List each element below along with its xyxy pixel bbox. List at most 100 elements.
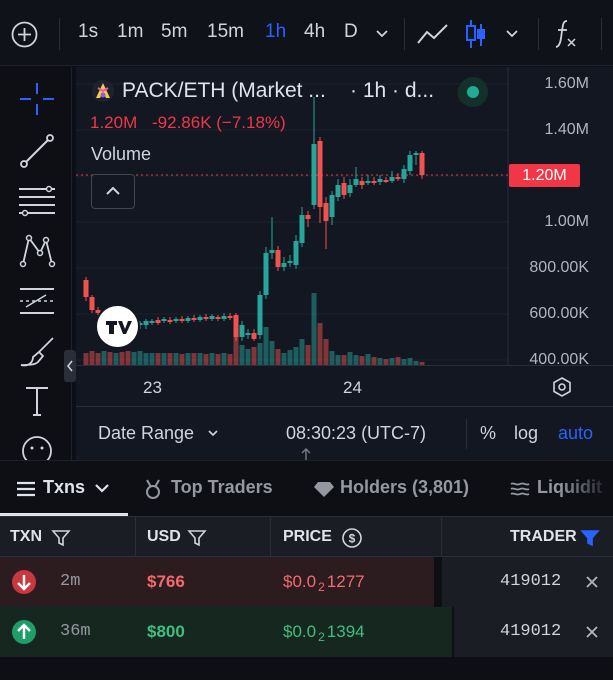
candle-body	[239, 325, 245, 337]
diamond-icon	[313, 480, 335, 498]
volume-bar	[161, 353, 167, 365]
crosshair-icon[interactable]	[16, 79, 58, 119]
text-icon[interactable]	[16, 381, 58, 421]
volume-bar	[173, 353, 179, 365]
log-toggle[interactable]: log	[514, 423, 538, 444]
x-tick: 23	[143, 378, 162, 397]
token-logo	[92, 80, 114, 102]
interval-15m[interactable]: 15m	[207, 21, 244, 43]
emoji-icon[interactable]	[16, 431, 58, 460]
candle-body	[341, 183, 347, 195]
current-price-tag-label: 1.20M	[522, 167, 567, 184]
candle-body	[83, 280, 89, 297]
interval-d[interactable]: D	[344, 21, 358, 43]
candle-body	[251, 333, 257, 339]
pair-title[interactable]: PACK/ETH (Market ...	[122, 79, 326, 103]
candle-body	[293, 241, 299, 265]
chevron-down-icon[interactable]	[504, 27, 520, 39]
y-tick: 1.00M	[544, 213, 589, 230]
chart-settings-icon[interactable]	[550, 375, 574, 399]
interval-1h[interactable]: 1h	[265, 21, 286, 43]
txn-trader[interactable]: 419012	[500, 622, 561, 641]
col-header-usd[interactable]: USD	[147, 528, 181, 546]
candle-body	[263, 253, 269, 295]
fib-retracement-icon[interactable]	[16, 181, 58, 221]
candle-body	[167, 320, 173, 322]
arrow-down-icon	[12, 570, 36, 594]
tab-holders[interactable]: Holders (3,801)	[340, 477, 469, 498]
forecast-icon[interactable]	[16, 281, 58, 321]
volume-bar	[353, 355, 359, 365]
trend-line-icon[interactable]	[16, 131, 58, 171]
price-digits: 1394	[326, 622, 365, 641]
candle-body	[161, 319, 167, 321]
interval-1m[interactable]: 1m	[117, 21, 143, 43]
chevron-down-icon[interactable]	[206, 427, 220, 439]
column-divider	[441, 517, 442, 558]
line-chart-icon[interactable]	[416, 21, 450, 47]
date-range-button[interactable]: Date Range	[98, 423, 194, 444]
indicators-icon[interactable]	[553, 18, 579, 50]
price-prefix: $0.0	[283, 622, 317, 641]
volume-bar	[197, 353, 203, 365]
volume-bar	[107, 352, 113, 365]
col-header-price[interactable]: PRICE	[283, 528, 332, 546]
table-header: TXN USD PRICE $ TRADER	[0, 516, 613, 558]
volume-bar	[287, 350, 293, 365]
clock-time[interactable]: 08:30:23 (UTC-7)	[286, 423, 426, 444]
interval-5m[interactable]: 5m	[161, 21, 187, 43]
volume-bar	[395, 357, 401, 365]
liquidity-icon	[509, 480, 531, 498]
tradingview-logo[interactable]	[95, 304, 140, 349]
volume-bar	[269, 341, 275, 365]
tab-txns[interactable]: Txns	[43, 477, 85, 498]
column-divider	[270, 517, 271, 558]
close-icon[interactable]	[584, 574, 600, 590]
percent-toggle[interactable]: %	[480, 423, 496, 444]
volume-bar	[389, 358, 395, 365]
price-chart[interactable]: PACK/ETH (Market ... · 1h · d... 1.20M -…	[76, 67, 613, 470]
auto-toggle[interactable]: auto	[558, 423, 593, 444]
tab-top-traders[interactable]: Top Traders	[171, 477, 273, 498]
filter-active-icon[interactable]	[580, 528, 600, 548]
volume-bar	[299, 339, 305, 365]
collapse-toolbar-handle[interactable]	[64, 350, 76, 382]
current-price-tag: 1.20M	[509, 164, 580, 187]
volume-bar	[329, 351, 335, 365]
brush-icon[interactable]	[16, 331, 58, 371]
candle-body	[359, 181, 365, 185]
candle-body	[245, 333, 251, 335]
candle-body	[269, 250, 275, 253]
volume-bar	[365, 354, 371, 365]
interval-label[interactable]: · 1h · d...	[350, 79, 434, 103]
table-row[interactable]: 36m $800 $0.0 2 1394 419012	[0, 607, 613, 657]
volume-bar	[191, 353, 197, 365]
interval-4h[interactable]: 4h	[304, 21, 325, 43]
candle-body	[287, 261, 293, 263]
volume-bar	[251, 347, 257, 365]
candles-icon[interactable]	[464, 18, 488, 50]
volume-bar	[263, 327, 269, 365]
col-header-trader[interactable]: TRADER	[510, 528, 577, 546]
collapse-legend-button[interactable]	[91, 174, 135, 209]
market-open-icon[interactable]	[458, 77, 488, 107]
filter-icon[interactable]	[51, 528, 71, 548]
volume-bar	[281, 353, 287, 365]
currency-toggle-icon[interactable]: $	[341, 527, 363, 549]
txn-trader[interactable]: 419012	[500, 572, 561, 591]
interval-1s[interactable]: 1s	[78, 21, 98, 43]
col-header-txn[interactable]: TXN	[10, 528, 42, 546]
close-icon[interactable]	[584, 624, 600, 640]
candle-body	[329, 195, 335, 217]
pattern-icon[interactable]	[16, 231, 58, 271]
drawing-toolbar	[0, 67, 72, 460]
chevron-down-icon[interactable]	[93, 481, 111, 495]
candle-body	[353, 179, 359, 185]
table-row[interactable]: 2m $766 $0.0 2 1277 419012	[0, 557, 613, 607]
chevron-down-icon[interactable]	[374, 27, 390, 39]
filter-icon[interactable]	[187, 528, 207, 548]
price-change: -92.86K (−7.18%)	[152, 113, 286, 132]
volume-bar	[311, 293, 317, 365]
add-symbol-icon[interactable]	[11, 21, 38, 48]
toolbar-divider	[538, 18, 539, 50]
